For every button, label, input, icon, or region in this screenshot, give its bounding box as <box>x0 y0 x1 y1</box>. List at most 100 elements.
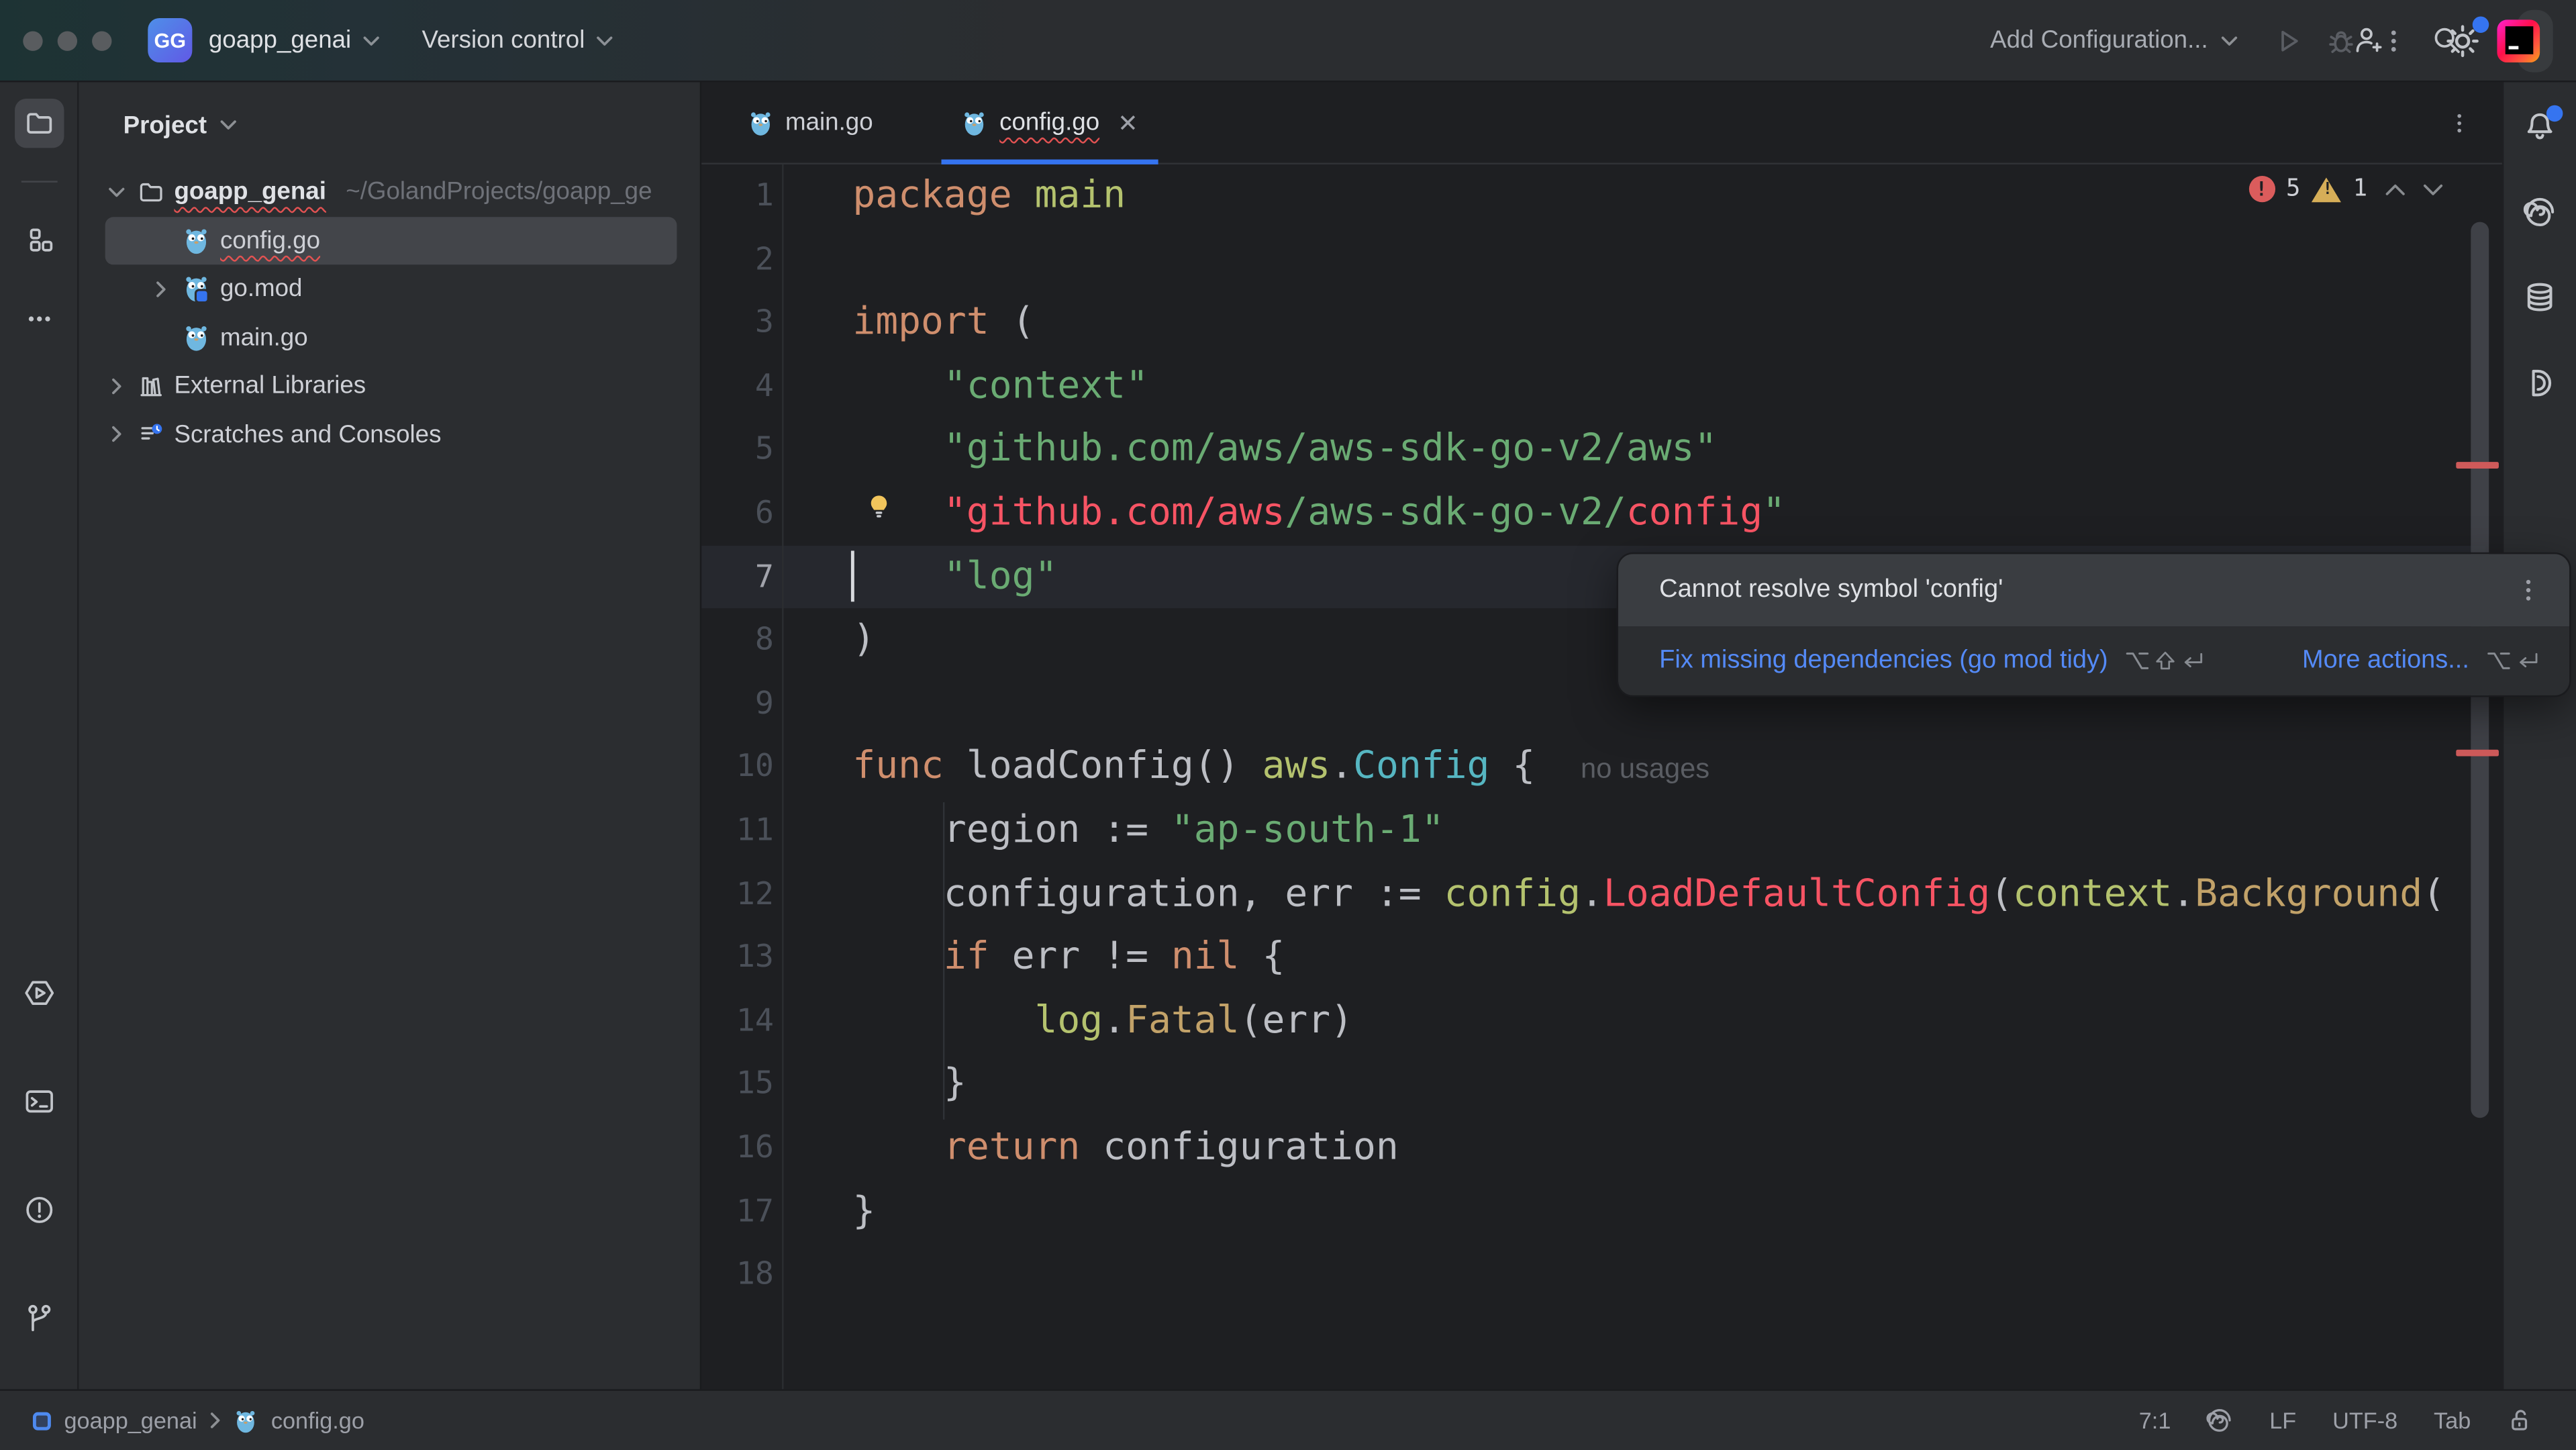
line-number: 9 <box>754 685 774 722</box>
editor-tab-bar: main.go config.go ✕ <box>701 82 2502 164</box>
caret-position-widget[interactable]: 7:1 <box>2139 1407 2171 1433</box>
git-branch-icon[interactable] <box>14 1294 63 1343</box>
unlocked-icon[interactable] <box>2507 1407 2533 1433</box>
notifications-bell-icon[interactable] <box>2515 102 2564 151</box>
minimize-window-icon[interactable] <box>57 30 78 50</box>
intention-bulb-icon[interactable] <box>866 493 892 520</box>
code-line[interactable]: return configuration <box>852 1116 2445 1180</box>
documentation-icon[interactable] <box>2515 358 2564 407</box>
breadcrumb-project[interactable]: goapp_genai <box>64 1407 197 1433</box>
code-line[interactable]: if err != nil { <box>852 926 2445 989</box>
line-number: 10 <box>736 748 774 785</box>
add-user-icon[interactable] <box>2352 25 2384 56</box>
chevron-down-icon <box>362 36 379 45</box>
code-line[interactable]: configuration, err := config.LoadDefault… <box>852 863 2445 926</box>
version-control-label: Version control <box>422 26 585 54</box>
code-line[interactable]: "context" <box>852 354 2445 418</box>
tree-item-external-libraries[interactable]: External Libraries <box>105 362 677 410</box>
line-number: 7 <box>754 558 774 595</box>
run-hexagon-icon[interactable] <box>14 968 63 1017</box>
jetbrains-logo-icon[interactable] <box>2497 19 2540 62</box>
notification-dot <box>2546 105 2563 122</box>
structure-icon[interactable] <box>14 215 63 264</box>
gopher-module-icon <box>186 277 209 303</box>
chevron-right-icon[interactable] <box>111 378 121 394</box>
project-selector-label: goapp_genai <box>208 26 352 54</box>
version-control-menu[interactable]: Version control <box>422 26 613 54</box>
code-line[interactable] <box>852 1243 2445 1307</box>
folder-icon <box>140 183 162 201</box>
ai-assistant-icon[interactable] <box>2515 187 2564 236</box>
close-tab-icon[interactable]: ✕ <box>1118 107 1138 138</box>
project-avatar[interactable]: GG <box>148 17 193 63</box>
tree-item-main-go[interactable]: main.go <box>105 313 677 362</box>
code-line[interactable]: region := "ap-south-1" <box>852 799 2445 863</box>
gopher-icon <box>965 111 985 135</box>
line-separator-widget[interactable]: LF <box>2269 1407 2296 1433</box>
tree-item-scratches[interactable]: Scratches and Consoles <box>105 410 677 458</box>
code-line[interactable]: log.Fatal(err) <box>852 989 2445 1053</box>
project-folder-icon[interactable] <box>13 98 64 148</box>
tree-item-config-go[interactable]: config.go <box>105 216 677 265</box>
inspections-widget[interactable]: ! 5 1 <box>2248 176 2443 203</box>
right-toolstrip <box>2501 82 2576 1390</box>
editor-area: main.go config.go ✕ 1 2 3 4 5 6 7 8 9 10 11 12 13 14 1… <box>701 82 2502 1390</box>
left-toolstrip <box>0 82 79 1390</box>
chevron-down-icon[interactable] <box>109 187 125 197</box>
line-number: 5 <box>754 431 774 468</box>
run-icon[interactable] <box>2274 26 2303 55</box>
line-number: 2 <box>754 241 774 277</box>
more-actions-link[interactable]: More actions... <box>2302 646 2469 675</box>
chevron-right-icon[interactable] <box>111 426 121 442</box>
indent-widget[interactable]: Tab <box>2434 1407 2471 1433</box>
code-line[interactable] <box>852 228 2445 291</box>
zoom-window-icon[interactable] <box>92 30 112 50</box>
inspections-swirl-icon[interactable] <box>2207 1407 2233 1433</box>
next-problem-icon[interactable] <box>2423 183 2443 195</box>
code-editor[interactable]: 1 2 3 4 5 6 7 8 9 10 11 12 13 14 15 16 17 18 package main… <box>701 164 2502 1390</box>
code-line[interactable]: "github.com/aws/aws-sdk-go-v2/aws" <box>852 418 2445 482</box>
project-selector[interactable]: goapp_genai <box>209 26 379 54</box>
gopher-icon <box>186 228 207 254</box>
chevron-right-icon[interactable] <box>156 281 166 297</box>
database-icon[interactable] <box>2515 273 2564 322</box>
project-panel-header[interactable]: Project <box>79 82 699 167</box>
tree-item-go-mod[interactable]: go.mod <box>105 264 677 313</box>
settings-cluster <box>2356 9 2553 72</box>
error-stripe-mark[interactable] <box>2456 462 2499 469</box>
line-number: 3 <box>754 304 774 341</box>
tree-item-label: config.go <box>219 226 321 254</box>
tab-main-go[interactable]: main.go <box>728 82 893 162</box>
warning-badge-icon <box>2312 177 2342 202</box>
chevron-right-icon <box>210 1412 220 1429</box>
breadcrumb-file[interactable]: config.go <box>271 1407 364 1433</box>
close-window-icon[interactable] <box>23 30 43 50</box>
run-configuration-selector[interactable]: Add Configuration... <box>1990 26 2238 54</box>
problems-icon[interactable] <box>14 1186 63 1235</box>
code-line[interactable]: func loadConfig() aws.Config { no usages <box>852 736 2445 800</box>
more-icon[interactable] <box>14 294 63 343</box>
fix-dependencies-link[interactable]: Fix missing dependencies (go mod tidy) <box>1659 646 2108 675</box>
settings-gear-icon[interactable] <box>2444 15 2489 58</box>
terminal-icon[interactable] <box>14 1077 63 1126</box>
tab-config-go[interactable]: config.go ✕ <box>942 82 1159 164</box>
line-number: 18 <box>736 1256 774 1293</box>
code-line[interactable]: "github.com/aws/aws-sdk-go-v2/config" <box>852 481 2445 545</box>
code-line[interactable]: } <box>852 1179 2445 1243</box>
tooltip-kebab-icon[interactable] <box>2517 577 2540 603</box>
editor-options-kebab-icon[interactable] <box>2446 109 2502 136</box>
settings-notification-dot <box>2472 15 2489 32</box>
code-line[interactable]: } <box>852 1053 2445 1116</box>
chevron-down-icon <box>220 120 236 130</box>
window-controls[interactable] <box>23 30 112 50</box>
error-badge-icon: ! <box>2248 176 2275 203</box>
line-number: 16 <box>736 1129 774 1166</box>
tree-item-root[interactable]: goapp_genai ~/GolandProjects/goapp_ge <box>105 168 677 216</box>
encoding-widget[interactable]: UTF-8 <box>2332 1407 2397 1433</box>
debug-icon[interactable] <box>2326 26 2356 55</box>
code-line[interactable]: package main <box>852 164 2445 228</box>
code-line[interactable]: import ( <box>852 291 2445 355</box>
prev-problem-icon[interactable] <box>2385 183 2405 195</box>
title-bar: GG goapp_genai Version control Add Confi… <box>0 0 2576 83</box>
error-stripe-mark[interactable] <box>2456 749 2499 757</box>
